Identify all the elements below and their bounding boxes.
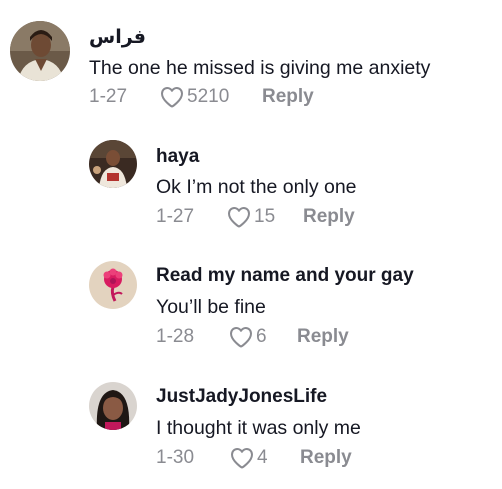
like-button[interactable]: 4 [230, 446, 300, 470]
comment-item: JustJadyJonesLife I thought it was only … [0, 360, 502, 489]
reply-button[interactable]: Reply [303, 205, 355, 229]
comment-date: 1-28 [156, 326, 195, 347]
avatar[interactable] [89, 382, 137, 430]
like-count: 15 [254, 206, 276, 227]
avatar[interactable] [10, 21, 70, 81]
comment-date: 1-30 [156, 447, 195, 468]
like-count: 6 [256, 326, 267, 347]
reply-button[interactable]: Reply [297, 325, 349, 349]
like-count: 5210 [187, 86, 230, 107]
comment-username[interactable]: Read my name and your gay [156, 265, 414, 287]
comment-meta: 1-27 15 Reply [156, 205, 355, 229]
comment-username[interactable]: فراس [89, 27, 146, 49]
comment-meta: 1-28 6 Reply [156, 325, 349, 349]
heart-outline-icon [228, 207, 250, 228]
comment-item: haya Ok I’m not the only one 1-27 15 Rep… [0, 120, 502, 240]
comment-text: You’ll be fine [156, 296, 266, 318]
like-button[interactable]: 5210 [160, 85, 262, 109]
reply-button[interactable]: Reply [262, 85, 314, 109]
heart-outline-icon [161, 87, 183, 108]
reply-button[interactable]: Reply [300, 446, 352, 470]
avatar[interactable] [89, 140, 137, 188]
comment-text: I thought it was only me [156, 417, 361, 439]
comment-item: Read my name and your gay You’ll be fine… [0, 240, 502, 360]
comment-date: 1-27 [156, 206, 195, 227]
like-count: 4 [257, 447, 268, 468]
comment-meta: 1-30 4 Reply [156, 446, 352, 470]
comment-username[interactable]: haya [156, 146, 199, 168]
comment-meta: 1-27 5210 Reply [89, 85, 314, 109]
comment-text: Ok I’m not the only one [156, 176, 357, 198]
comment-item: فراس The one he missed is giving me anxi… [0, 0, 502, 120]
like-button[interactable]: 15 [227, 205, 303, 229]
heart-outline-icon [230, 327, 252, 348]
heart-outline-icon [231, 448, 253, 469]
comment-username[interactable]: JustJadyJonesLife [156, 386, 327, 408]
like-button[interactable]: 6 [229, 325, 297, 349]
comment-date: 1-27 [89, 86, 128, 107]
comment-text: The one he missed is giving me anxiety [89, 57, 431, 79]
avatar[interactable] [89, 261, 137, 309]
